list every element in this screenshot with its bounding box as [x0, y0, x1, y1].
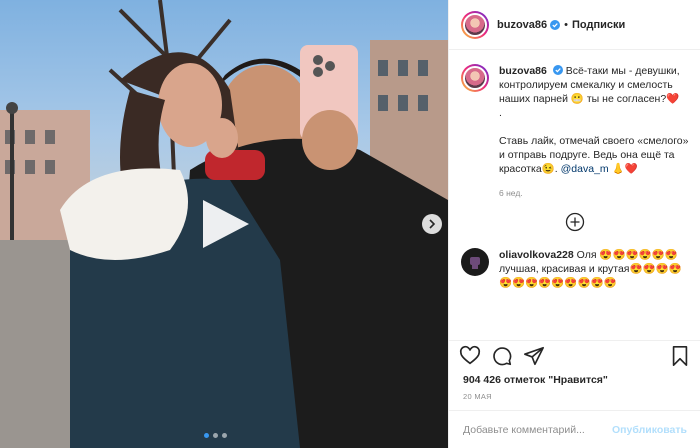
author-username[interactable]: buzova86: [497, 19, 547, 31]
comments-area: buzova86 Всё-таки мы - девушки, контроли…: [449, 50, 700, 340]
commenter-username[interactable]: oliavolkova228: [499, 249, 574, 261]
author-avatar[interactable]: [461, 10, 489, 39]
comment-input[interactable]: [463, 423, 613, 436]
add-comment-bar: Опубликовать: [449, 410, 700, 448]
bookmark-icon[interactable]: [669, 345, 691, 367]
following-button[interactable]: Подписки: [572, 19, 625, 31]
next-arrow-icon: [429, 219, 436, 229]
share-icon[interactable]: [523, 345, 545, 367]
comment-text: oliavolkova228 Оля 😍😍😍😍😍😍 лучшая, красив…: [499, 248, 688, 290]
likes-count[interactable]: 904 426 отметок "Нравится": [463, 374, 608, 386]
comment-icon[interactable]: [491, 345, 513, 367]
caption-dot: .: [499, 107, 502, 119]
carousel-dot: [213, 433, 218, 438]
verified-icon: [550, 19, 561, 30]
post-date[interactable]: 20 МАЯ: [463, 392, 492, 401]
mention-link[interactable]: @dava_m: [561, 163, 609, 175]
header-separator: •: [564, 18, 568, 31]
verified-icon: [552, 65, 563, 75]
caption: buzova86 Всё-таки мы - девушки, контроли…: [461, 64, 688, 198]
carousel-dot: [204, 433, 209, 438]
commenter-avatar[interactable]: [461, 248, 489, 276]
post-media[interactable]: [0, 0, 448, 448]
carousel-indicator: [204, 433, 227, 438]
add-circle-icon: [565, 212, 584, 232]
author-avatar[interactable]: [461, 64, 489, 92]
fist-icon: [470, 257, 480, 269]
load-more-comments-button[interactable]: [461, 212, 688, 232]
action-bar: [449, 340, 700, 370]
post-header: buzova86 • Подписки: [449, 0, 700, 50]
caption-tail: 👃❤️: [608, 163, 638, 175]
caption-author[interactable]: buzova86: [499, 65, 547, 77]
play-icon[interactable]: [199, 197, 251, 251]
comment-item: oliavolkova228 Оля 😍😍😍😍😍😍 лучшая, красив…: [461, 248, 688, 290]
publish-button[interactable]: Опубликовать: [612, 424, 687, 436]
carousel-dot: [222, 433, 227, 438]
next-slide-button[interactable]: [422, 214, 442, 234]
heart-icon[interactable]: [459, 345, 481, 367]
caption-text: buzova86 Всё-таки мы - девушки, контроли…: [499, 64, 691, 176]
post-age[interactable]: 6 нед.: [499, 188, 691, 198]
post-sidebar: buzova86 • Подписки buzova86 Всё-таки мы…: [448, 0, 700, 448]
